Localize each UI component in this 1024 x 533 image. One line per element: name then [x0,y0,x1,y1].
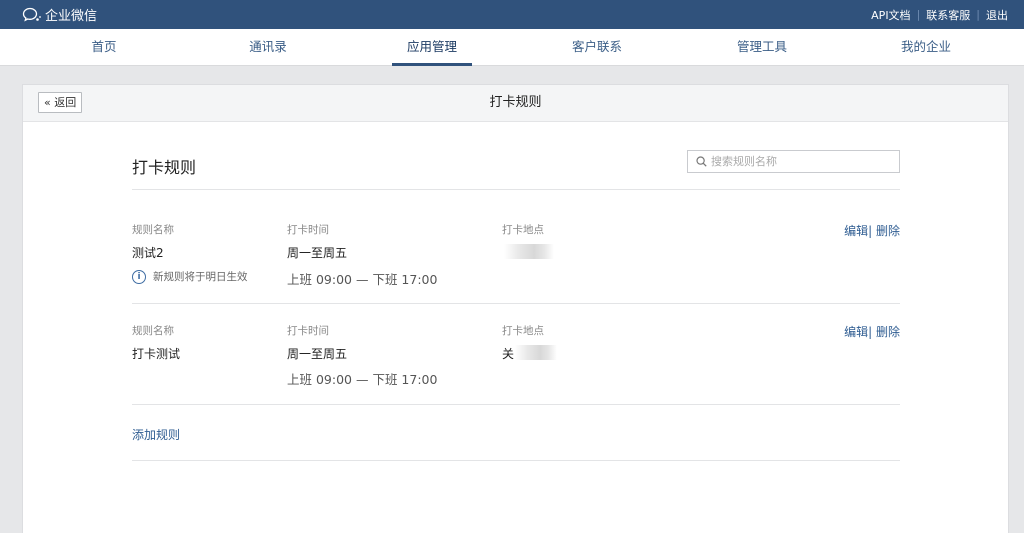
nav-item-my-enterprise[interactable]: 我的企业 [897,29,955,66]
rule-actions: 编辑| 删除 [844,222,900,239]
nav-item-app-management[interactable]: 应用管理 [392,29,472,66]
edit-button[interactable]: 编辑 [844,325,868,339]
rule-name-label: 规则名称 [132,224,174,236]
divider: | [976,8,980,21]
rule-item: 规则名称 打卡时间 打卡地点 打卡测试 周一至周五 上班 09:00 — 下班 … [132,323,900,423]
api-docs-link[interactable]: API文档 [871,7,910,23]
search-box[interactable] [687,150,900,173]
rule-hours-value: 上班 09:00 — 下班 17:00 [287,372,438,387]
panel-header: 打卡规则 « 返回 [23,85,1008,122]
wechat-work-logo-icon [22,7,41,21]
rule-notice-text: 新规则将于明日生效 [153,271,248,283]
rule-actions: 编辑| 删除 [844,323,900,340]
nav-item-management-tools[interactable]: 管理工具 [733,29,791,66]
delete-button[interactable]: 删除 [876,325,900,339]
delete-button[interactable]: 删除 [876,224,900,238]
nav-item-contacts[interactable]: 通讯录 [240,29,296,66]
nav-item-home[interactable]: 首页 [80,29,128,66]
rule-item: 规则名称 打卡时间 打卡地点 测试2 周一至周五 上班 09:00 — 下班 1… [132,222,900,322]
panel-title: 打卡规则 [489,95,542,110]
divider [132,189,900,190]
rule-name-label: 规则名称 [132,325,174,337]
divider [132,460,900,461]
brand-logo[interactable]: 企业微信 [22,0,97,29]
rule-days-value: 周一至周五 [287,347,348,361]
rule-name-value: 测试2 [132,246,164,260]
top-links: API文档 | 联系客服 | 退出 [871,0,1008,29]
search-icon [696,156,707,167]
rule-notice: i 新规则将于明日生效 [132,269,248,284]
rule-hours-value: 上班 09:00 — 下班 17:00 [287,272,438,287]
rule-name-value: 打卡测试 [132,347,181,361]
rule-days-value: 周一至周五 [287,246,348,260]
search-input[interactable] [711,155,891,168]
rule-time-label: 打卡时间 [287,325,329,337]
rule-place-value: 关 [502,347,515,361]
content-panel: 打卡规则 « 返回 打卡规则 规则名称 打卡时间 打卡地点 测试2 周一至周五 … [22,84,1009,533]
info-icon: i [132,269,146,284]
brand-name: 企业微信 [45,9,98,24]
nav-item-customer-contact[interactable]: 客户联系 [568,29,626,66]
section-title: 打卡规则 [132,158,197,177]
logout-link[interactable]: 退出 [986,7,1008,23]
redacted-location [515,345,557,360]
top-bar: 企业微信 API文档 | 联系客服 | 退出 [0,0,1024,29]
rule-place-label: 打卡地点 [502,325,544,337]
divider [132,303,900,304]
main-nav: 首页 通讯录 应用管理 客户联系 管理工具 我的企业 [0,29,1024,66]
divider: | [868,224,876,238]
divider: | [868,325,876,339]
edit-button[interactable]: 编辑 [844,224,868,238]
contact-support-link[interactable]: 联系客服 [926,7,970,23]
back-button[interactable]: « 返回 [38,92,83,113]
divider [132,404,900,405]
divider: | [916,8,921,21]
add-rule-link[interactable]: 添加规则 [132,426,180,443]
redacted-location [504,244,554,259]
rule-place-label: 打卡地点 [502,224,544,236]
rule-time-label: 打卡时间 [287,224,329,236]
